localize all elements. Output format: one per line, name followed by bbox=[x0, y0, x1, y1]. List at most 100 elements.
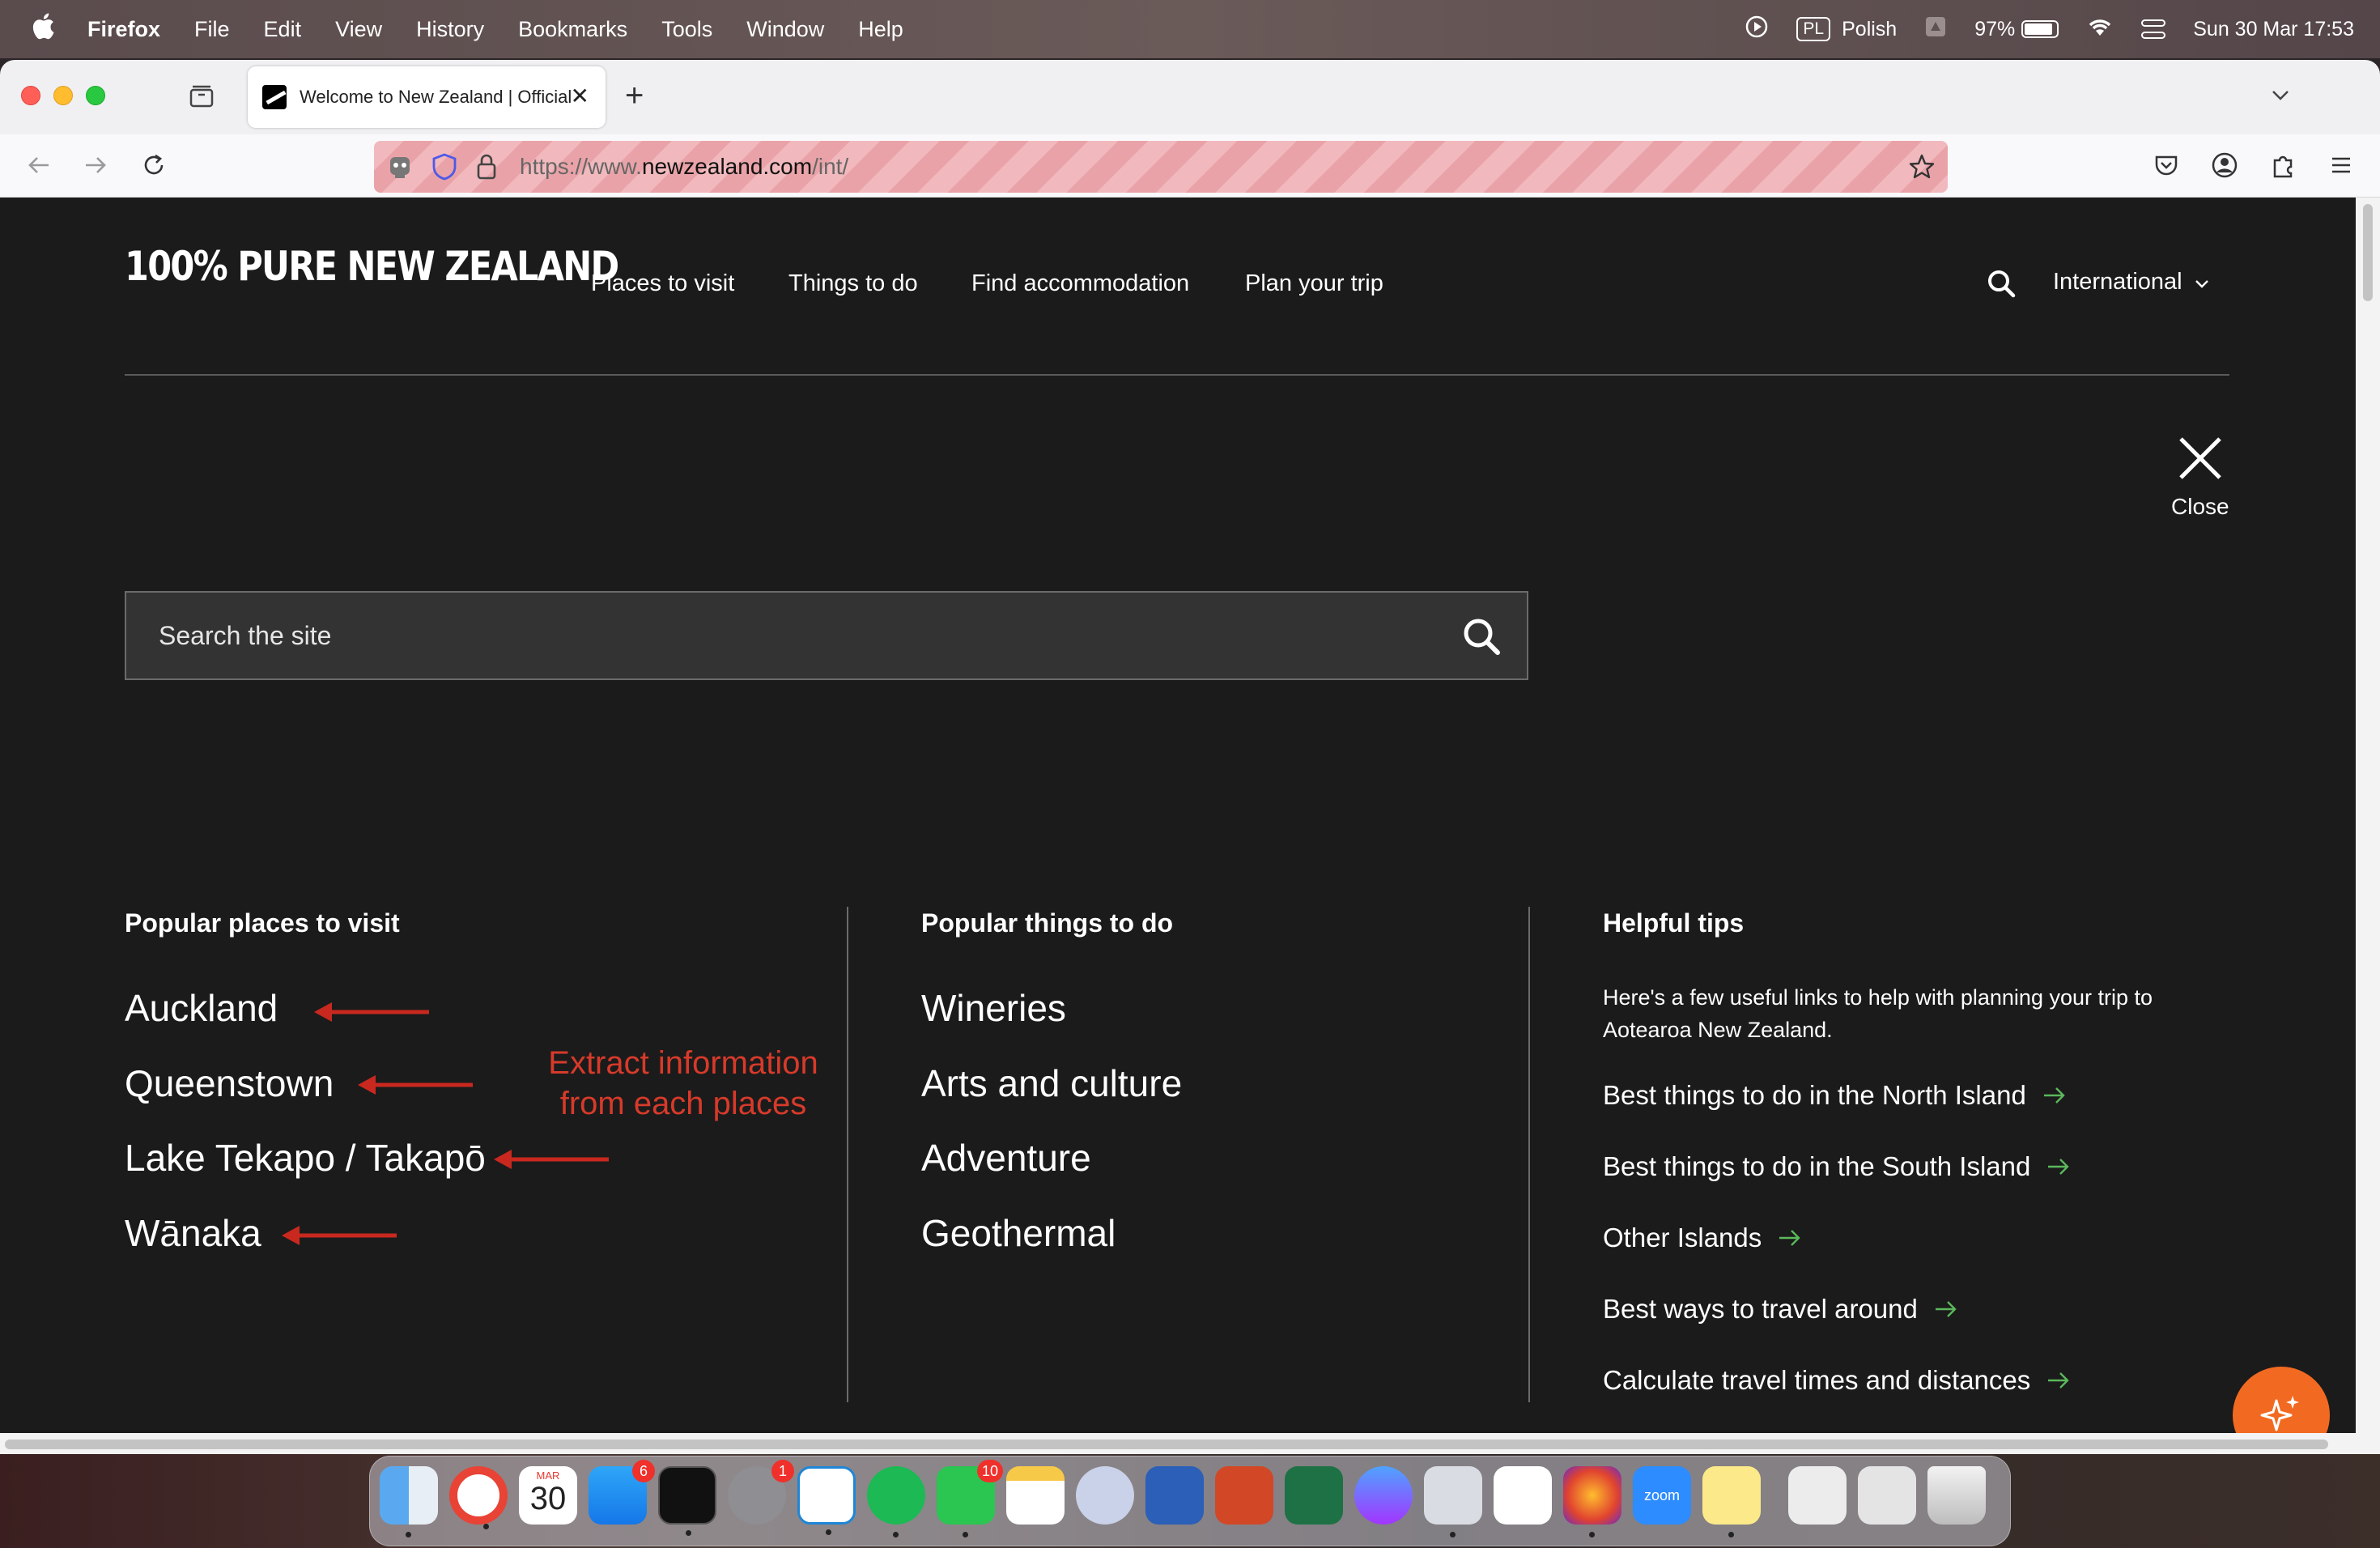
macos-dock: MAR 30 6 1 10 zoom bbox=[369, 1456, 2011, 1546]
nav-things-to-do[interactable]: Things to do bbox=[788, 270, 918, 297]
tip-link-travel-times[interactable]: Calculate travel times and distances bbox=[1603, 1365, 2071, 1396]
thing-link-adventure[interactable]: Adventure bbox=[921, 1136, 1091, 1180]
input-source-badge: PL bbox=[1796, 17, 1831, 41]
chevron-down-icon[interactable] bbox=[2268, 83, 2293, 107]
menu-help[interactable]: Help bbox=[858, 17, 903, 42]
nav-plan-your-trip[interactable]: Plan your trip bbox=[1245, 270, 1383, 297]
web-page: 100% PURE NEW ZEALAND Places to visit Th… bbox=[0, 198, 2356, 1454]
documents-stack-icon[interactable] bbox=[1788, 1466, 1847, 1525]
active-tab[interactable]: Welcome to New Zealand | Official ✕ bbox=[248, 66, 606, 128]
trash-icon[interactable] bbox=[1927, 1466, 1986, 1525]
excel-icon[interactable] bbox=[1285, 1466, 1343, 1525]
remote-control-icon[interactable] bbox=[385, 152, 414, 185]
control-center-icon[interactable] bbox=[2141, 19, 2166, 39]
thing-link-geothermal[interactable]: Geothermal bbox=[921, 1211, 1116, 1255]
tab-list-icon[interactable] bbox=[188, 83, 215, 110]
calendar-month: MAR bbox=[536, 1469, 560, 1482]
menu-edit[interactable]: Edit bbox=[264, 17, 302, 42]
close-icon[interactable] bbox=[2178, 436, 2223, 481]
hamburger-menu-icon[interactable] bbox=[2327, 151, 2356, 180]
whatsapp-badge: 10 bbox=[976, 1460, 1003, 1482]
nav-places-to-visit[interactable]: Places to visit bbox=[591, 270, 734, 297]
notes-icon[interactable] bbox=[1006, 1466, 1065, 1525]
system-settings-icon[interactable]: 1 bbox=[728, 1460, 794, 1525]
menu-file[interactable]: File bbox=[194, 17, 230, 42]
firefox-icon[interactable] bbox=[1563, 1466, 1621, 1537]
url-text[interactable]: https://www.newzealand.com/int/ bbox=[520, 154, 848, 180]
tip-link-other-islands[interactable]: Other Islands bbox=[1603, 1223, 1802, 1253]
battery-status[interactable]: 97% bbox=[1974, 18, 2059, 41]
close-label[interactable]: Close bbox=[2171, 494, 2229, 520]
menu-tools[interactable]: Tools bbox=[661, 17, 712, 42]
popular-things-heading: Popular things to do bbox=[921, 908, 1174, 938]
search-submit-icon[interactable] bbox=[1460, 615, 1502, 657]
downloads-stack-icon[interactable] bbox=[1858, 1466, 1916, 1525]
spotify-icon[interactable] bbox=[867, 1466, 925, 1537]
drive-icon[interactable] bbox=[1924, 15, 1947, 44]
place-link-queenstown[interactable]: Queenstown bbox=[125, 1061, 334, 1105]
locale-selector[interactable]: International bbox=[2053, 269, 2210, 296]
arrow-right-icon bbox=[1935, 1301, 1957, 1317]
extensions-puzzle-icon[interactable] bbox=[2268, 151, 2297, 180]
site-logo[interactable]: 100% PURE NEW ZEALAND bbox=[125, 243, 619, 290]
input-source-menu[interactable]: PL Polish bbox=[1796, 17, 1897, 41]
finder-icon[interactable] bbox=[380, 1466, 438, 1537]
tip-link-label: Best things to do in the South Island bbox=[1603, 1151, 2031, 1181]
tip-link-travel-around[interactable]: Best ways to travel around bbox=[1603, 1294, 1958, 1325]
arrow-right-icon bbox=[2048, 1372, 2069, 1389]
back-arrow-icon[interactable] bbox=[24, 151, 53, 180]
scrollbar-thumb[interactable] bbox=[2363, 204, 2373, 301]
window-close-button[interactable] bbox=[21, 86, 40, 105]
vertical-scrollbar[interactable] bbox=[2356, 198, 2380, 1454]
chrome-icon[interactable] bbox=[449, 1466, 508, 1529]
menu-view[interactable]: View bbox=[335, 17, 382, 42]
account-icon[interactable] bbox=[2210, 151, 2239, 180]
word-icon[interactable] bbox=[1145, 1466, 1204, 1525]
menu-app-name[interactable]: Firefox bbox=[87, 17, 160, 42]
whatsapp-icon[interactable]: 10 bbox=[937, 1460, 1003, 1537]
bookmark-star-icon[interactable] bbox=[1907, 152, 1936, 185]
tab-close-icon[interactable]: ✕ bbox=[571, 83, 589, 109]
preview-icon[interactable] bbox=[1424, 1466, 1482, 1537]
tip-link-south-island[interactable]: Best things to do in the South Island bbox=[1603, 1151, 2071, 1182]
nav-find-accommodation[interactable]: Find accommodation bbox=[971, 270, 1189, 297]
window-zoom-button[interactable] bbox=[86, 86, 105, 105]
horizontal-scrollbar[interactable] bbox=[0, 1433, 2356, 1454]
clock[interactable]: Sun 30 Mar 17:53 bbox=[2193, 18, 2354, 41]
url-bar[interactable]: https://www.newzealand.com/int/ bbox=[374, 141, 1948, 193]
r-app-icon[interactable] bbox=[1076, 1466, 1134, 1525]
menu-history[interactable]: History bbox=[416, 17, 484, 42]
lock-icon[interactable] bbox=[474, 152, 499, 185]
zoom-icon[interactable]: zoom bbox=[1633, 1466, 1691, 1525]
messenger-icon[interactable] bbox=[1354, 1466, 1413, 1525]
now-playing-icon[interactable] bbox=[1745, 15, 1769, 45]
navigation-toolbar: https://www.newzealand.com/int/ bbox=[0, 134, 2380, 198]
powerpoint-icon[interactable] bbox=[1215, 1466, 1273, 1525]
apple-menu-icon[interactable] bbox=[31, 11, 55, 48]
place-link-lake-tekapo[interactable]: Lake Tekapo / Takapō bbox=[125, 1136, 486, 1180]
thing-link-arts-culture[interactable]: Arts and culture bbox=[921, 1061, 1182, 1105]
app-store-icon[interactable]: 6 bbox=[589, 1460, 655, 1525]
tip-link-north-island[interactable]: Best things to do in the North Island bbox=[1603, 1080, 2067, 1111]
terminal-icon[interactable] bbox=[658, 1466, 716, 1536]
reminders-icon[interactable] bbox=[1494, 1466, 1552, 1525]
vscode-icon[interactable] bbox=[797, 1466, 856, 1535]
pocket-icon[interactable] bbox=[2152, 151, 2181, 180]
place-link-auckland[interactable]: Auckland bbox=[125, 986, 278, 1030]
scrollbar-thumb[interactable] bbox=[5, 1440, 2328, 1449]
thing-link-wineries[interactable]: Wineries bbox=[921, 986, 1066, 1030]
annotation-line-1: Extract information bbox=[548, 1045, 818, 1081]
wifi-icon[interactable] bbox=[2086, 16, 2114, 43]
window-minimize-button[interactable] bbox=[53, 86, 73, 105]
site-search-input[interactable] bbox=[159, 593, 1438, 678]
reload-icon[interactable] bbox=[139, 151, 168, 180]
tracking-protection-shield-icon[interactable] bbox=[431, 152, 458, 185]
search-icon[interactable] bbox=[1985, 267, 2017, 300]
menu-window[interactable]: Window bbox=[746, 17, 824, 42]
forward-arrow-icon[interactable] bbox=[81, 151, 110, 180]
stickies-icon[interactable] bbox=[1702, 1466, 1761, 1537]
menu-bookmarks[interactable]: Bookmarks bbox=[518, 17, 627, 42]
place-link-wanaka[interactable]: Wānaka bbox=[125, 1211, 261, 1255]
calendar-icon[interactable]: MAR 30 bbox=[519, 1466, 577, 1525]
new-tab-icon[interactable]: + bbox=[625, 78, 644, 114]
